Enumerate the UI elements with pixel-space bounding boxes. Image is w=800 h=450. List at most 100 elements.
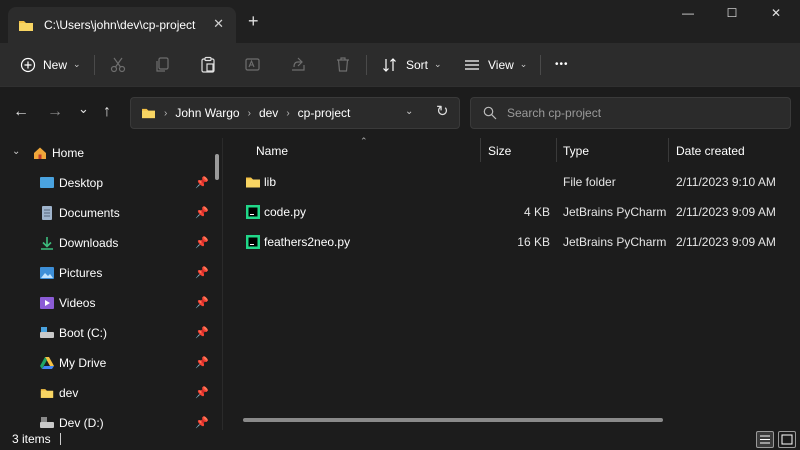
pictures-icon: [40, 267, 54, 279]
navigation-pane: ⌄ Home Desktop 📌 Documents 📌 Downloads 📌…: [0, 138, 222, 430]
sort-icon: [383, 57, 396, 72]
view-label: View: [488, 57, 514, 72]
sidebar-item-pictures[interactable]: Pictures 📌: [0, 258, 222, 288]
column-header-name[interactable]: Name: [256, 144, 288, 158]
paste-icon[interactable]: [198, 55, 218, 75]
sidebar-item-label: Downloads: [59, 236, 119, 250]
search-box[interactable]: [470, 97, 791, 129]
horizontal-scrollbar[interactable]: [243, 418, 663, 422]
sidebar-item-label: Pictures: [59, 266, 103, 280]
up-button[interactable]: ↑: [103, 104, 111, 120]
file-date-created: 2/11/2023 9:09 AM: [676, 205, 776, 219]
folder-icon: [19, 20, 33, 31]
chevron-down-icon: ⌄: [519, 59, 528, 69]
chevron-right-icon: ›: [164, 107, 168, 119]
search-icon: [483, 106, 497, 120]
pycharm-file-icon: [246, 205, 260, 219]
pin-icon: 📌: [195, 207, 209, 219]
refresh-button[interactable]: ↻: [436, 102, 449, 120]
large-icons-view-icon: [781, 434, 793, 445]
toolbar-divider: [540, 55, 541, 75]
column-header-type[interactable]: Type: [563, 144, 589, 158]
forward-button[interactable]: →: [47, 104, 63, 120]
downloads-icon: [41, 237, 53, 250]
sidebar-item-dev-drive[interactable]: Dev (D:) 📌: [0, 408, 222, 430]
close-window-button[interactable]: ✕: [764, 6, 788, 24]
chevron-right-icon: ›: [286, 107, 290, 119]
chevron-down-icon: ⌄: [434, 59, 442, 69]
toolbar-divider: [366, 55, 367, 75]
column-divider[interactable]: [480, 138, 481, 162]
new-label: New: [43, 57, 68, 72]
videos-icon: [40, 297, 54, 309]
sort-label: Sort: [406, 57, 429, 72]
sidebar-item-my-drive[interactable]: My Drive 📌: [0, 348, 222, 378]
folder-icon: [40, 389, 54, 398]
sidebar-item-dev[interactable]: dev 📌: [0, 378, 222, 408]
sidebar-item-label: Home: [52, 146, 85, 160]
column-divider[interactable]: [668, 138, 669, 162]
file-type: JetBrains PyCharm: [563, 235, 667, 249]
file-date-created: 2/11/2023 9:10 AM: [676, 175, 776, 189]
file-row[interactable]: feathers2neo.py 16 KB JetBrains PyCharm …: [228, 227, 800, 257]
toolbar-divider: [94, 55, 95, 75]
desktop-icon: [40, 177, 54, 188]
active-tab[interactable]: C:\Users\john\dev\cp-project ✕: [8, 7, 236, 43]
see-more-button[interactable]: •••: [555, 43, 569, 86]
sidebar-item-videos[interactable]: Videos 📌: [0, 288, 222, 318]
sidebar-item-label: dev: [59, 386, 79, 400]
file-list: ⌃ Name Size Type Date created lib File f…: [228, 136, 800, 430]
pin-icon: 📌: [195, 387, 209, 399]
cut-icon[interactable]: [108, 55, 128, 75]
sidebar-item-label: Dev (D:): [59, 416, 104, 430]
search-input[interactable]: [507, 104, 777, 122]
file-name: lib: [264, 175, 277, 189]
maximize-button[interactable]: ☐: [720, 6, 744, 24]
file-row[interactable]: lib File folder 2/11/2023 9:10 AM: [228, 167, 800, 197]
file-type: File folder: [563, 175, 616, 189]
column-header-size[interactable]: Size: [488, 144, 511, 158]
back-button[interactable]: ←: [13, 104, 29, 120]
item-count: 3 items: [12, 432, 51, 446]
recent-locations-button[interactable]: ⌄: [78, 101, 89, 117]
delete-icon[interactable]: [333, 55, 353, 75]
new-button[interactable]: New ⌄: [20, 43, 81, 86]
share-icon[interactable]: [288, 55, 308, 75]
breadcrumb-item[interactable]: dev: [259, 106, 278, 120]
large-icons-view-button[interactable]: [778, 431, 796, 448]
column-divider[interactable]: [556, 138, 557, 162]
sidebar-item-documents[interactable]: Documents 📌: [0, 198, 222, 228]
sidebar-scrollbar[interactable]: [215, 154, 219, 180]
pane-divider[interactable]: [222, 138, 223, 430]
new-tab-button[interactable]: +: [248, 12, 259, 30]
file-row[interactable]: code.py 4 KB JetBrains PyCharm 2/11/2023…: [228, 197, 800, 227]
view-button[interactable]: View ⌄: [464, 43, 527, 86]
column-header-date-created[interactable]: Date created: [676, 144, 745, 158]
pin-icon: 📌: [195, 357, 209, 369]
close-tab-icon[interactable]: ✕: [213, 16, 224, 32]
breadcrumb-item[interactable]: cp-project: [298, 106, 351, 120]
folder-icon: [246, 177, 260, 188]
sidebar-item-desktop[interactable]: Desktop 📌: [0, 168, 222, 198]
pin-icon: 📌: [195, 327, 209, 339]
copy-icon[interactable]: [153, 55, 173, 75]
documents-icon: [42, 206, 52, 220]
status-divider: [60, 433, 61, 445]
sidebar-item-label: Boot (C:): [59, 326, 108, 340]
breadcrumb-item[interactable]: John Wargo: [175, 106, 239, 120]
details-view-icon: [760, 435, 770, 444]
sort-button[interactable]: Sort ⌄: [382, 43, 442, 86]
details-view-button[interactable]: [756, 431, 774, 448]
sidebar-item-boot-drive[interactable]: Boot (C:) 📌: [0, 318, 222, 348]
file-size: 4 KB: [523, 205, 550, 219]
drive-icon: [40, 327, 54, 338]
pin-icon: 📌: [195, 267, 209, 279]
expand-chevron-icon[interactable]: ⌄: [12, 146, 20, 157]
chevron-down-icon: ⌄: [73, 59, 81, 69]
sidebar-item-home[interactable]: ⌄ Home: [0, 138, 222, 168]
minimize-button[interactable]: —: [676, 6, 700, 24]
rename-icon[interactable]: [243, 55, 263, 75]
sidebar-item-downloads[interactable]: Downloads 📌: [0, 228, 222, 258]
file-date-created: 2/11/2023 9:09 AM: [676, 235, 776, 249]
address-dropdown-icon[interactable]: ⌄: [405, 106, 413, 117]
